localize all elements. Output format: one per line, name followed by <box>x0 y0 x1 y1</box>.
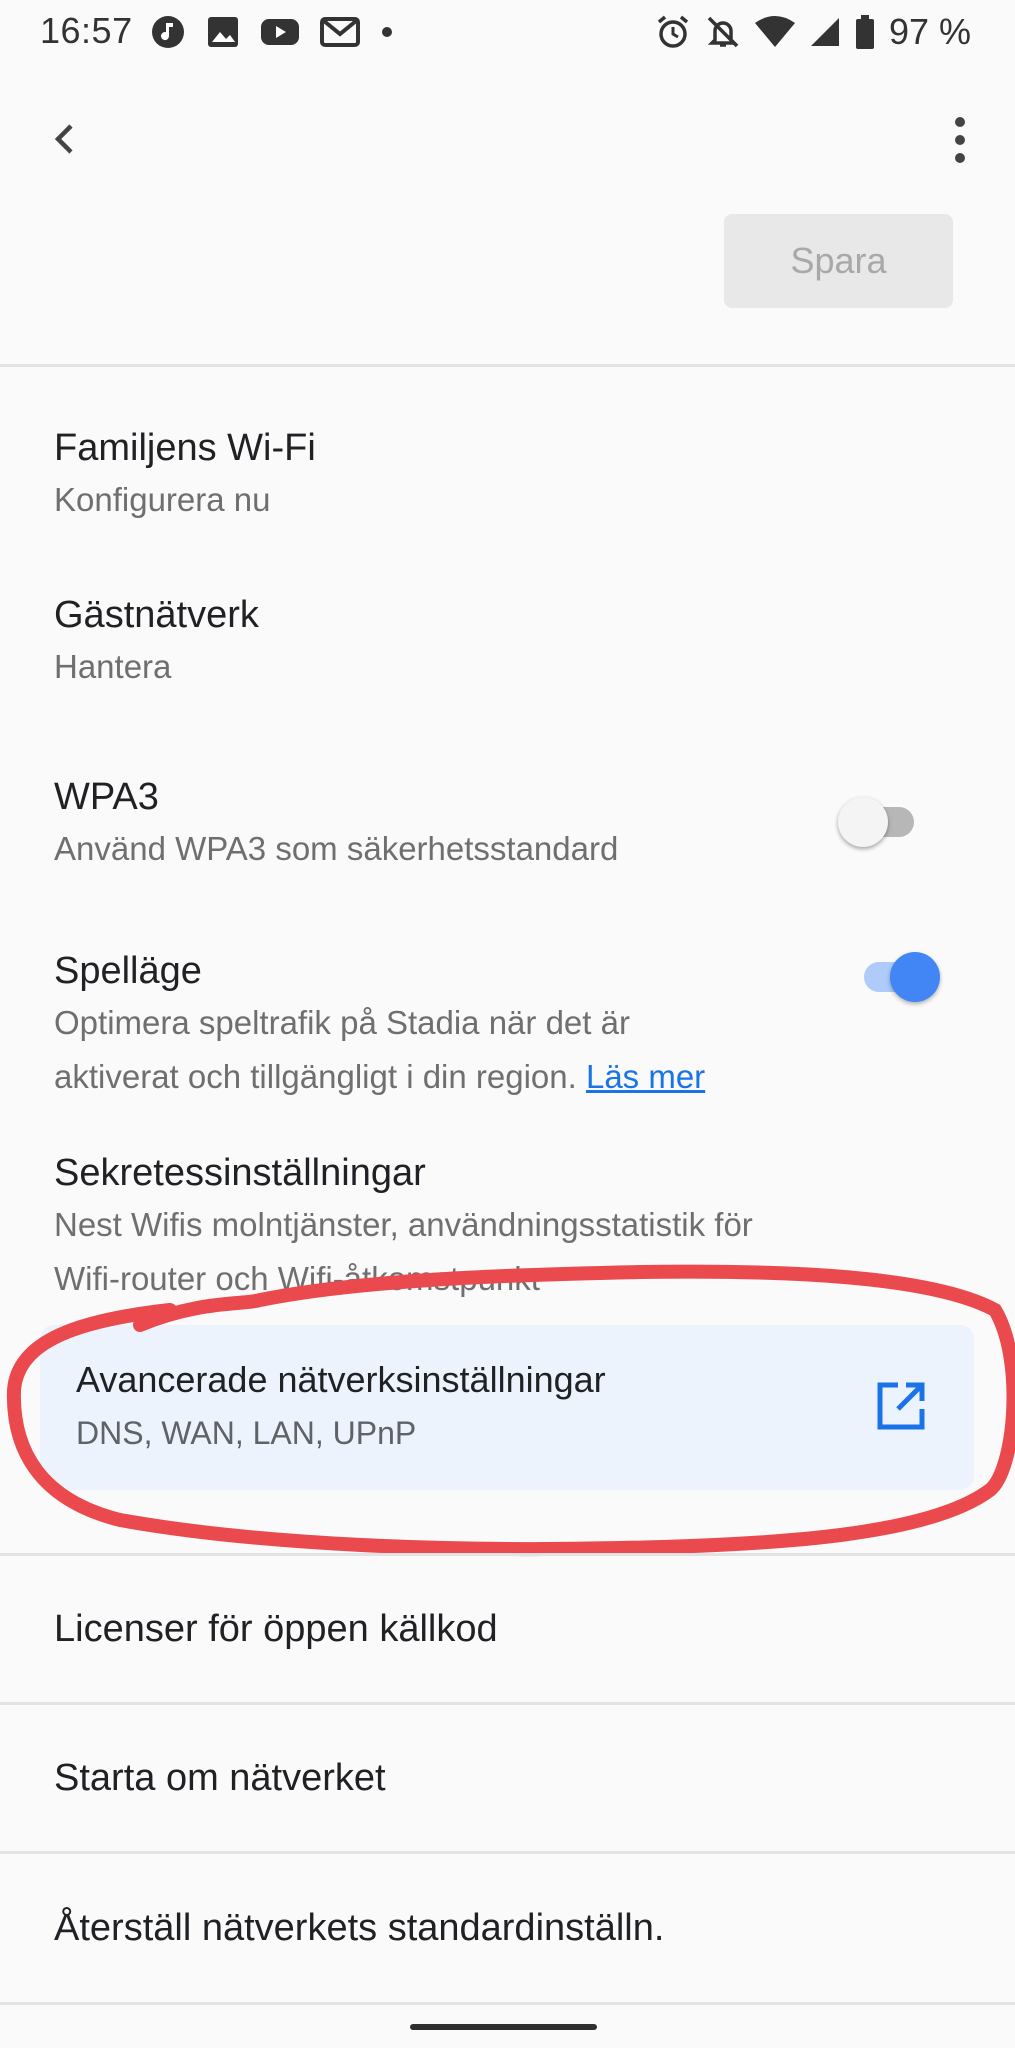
game-mode-item[interactable]: Spelläge Optimera speltrafik på Stadia n… <box>54 946 855 1104</box>
game-mode-toggle[interactable] <box>858 946 940 1006</box>
gesture-navigation-handle[interactable] <box>410 2024 597 2030</box>
advanced-network-settings-card[interactable]: Avancerade nätverksinställningar DNS, WA… <box>40 1325 974 1490</box>
game-mode-subtitle-line1: Optimera speltrafik på Stadia när det är <box>54 1004 630 1041</box>
image-icon <box>206 15 240 49</box>
family-wifi-title: Familjens Wi-Fi <box>54 427 316 469</box>
reset-network-item[interactable]: Återställ nätverkets standardinställn. <box>54 1907 664 1950</box>
divider <box>0 1553 1015 1556</box>
restart-network-item[interactable]: Starta om nätverket <box>54 1757 386 1800</box>
game-mode-description: aktiverat och tillgängligt i din region. <box>54 1058 577 1095</box>
family-wifi-item[interactable]: Familjens Wi-Fi Konfigurera nu <box>54 423 961 527</box>
alarm-icon <box>655 14 691 50</box>
wpa3-toggle[interactable] <box>838 791 920 851</box>
wpa3-title: WPA3 <box>54 776 159 818</box>
notification-icons <box>150 14 394 50</box>
privacy-title: Sekretessinställningar <box>54 1152 426 1194</box>
signal-icon <box>809 16 841 48</box>
toggle-thumb <box>838 797 888 847</box>
family-wifi-subtitle: Konfigurera nu <box>54 481 271 518</box>
youtube-icon <box>260 17 300 47</box>
game-mode-title: Spelläge <box>54 950 202 992</box>
app-bar: Spara <box>0 66 1015 366</box>
game-mode-subtitle-line2: aktiverat och tillgängligt i din region.… <box>54 1050 855 1104</box>
wpa3-subtitle: Använd WPA3 som säkerhetsstandard <box>54 830 619 867</box>
status-bar: 16:57 97 % <box>0 0 1015 66</box>
back-arrow-icon <box>54 124 73 154</box>
privacy-settings-item[interactable]: Sekretessinställningar Nest Wifis molntj… <box>54 1148 961 1306</box>
divider <box>0 1851 1015 1854</box>
learn-more-link[interactable]: Läs mer <box>586 1058 705 1095</box>
guest-network-title: Gästnätverk <box>54 594 259 636</box>
wifi-icon <box>754 15 795 49</box>
open-in-new-icon <box>874 1379 928 1433</box>
battery-icon <box>855 15 875 49</box>
toggle-thumb <box>890 952 940 1002</box>
privacy-subtitle-line2: Wifi-router och Wifi-åtkomstpunkt <box>54 1260 540 1297</box>
music-note-icon <box>150 14 186 50</box>
open-source-licenses-item[interactable]: Licenser för öppen källkod <box>54 1608 498 1651</box>
more-vert-icon <box>955 117 965 163</box>
wpa3-item[interactable]: WPA3 Använd WPA3 som säkerhetsstandard <box>54 772 855 876</box>
guest-network-subtitle: Hantera <box>54 648 172 685</box>
status-time: 16:57 <box>40 10 133 51</box>
privacy-subtitle-line1: Nest Wifis molntjänster, användningsstat… <box>54 1206 753 1243</box>
notifications-off-icon <box>705 14 741 50</box>
advanced-settings-title: Avancerade nätverksinställningar <box>76 1359 606 1400</box>
battery-percentage: 97 % <box>888 11 971 52</box>
guest-network-item[interactable]: Gästnätverk Hantera <box>54 590 961 694</box>
divider <box>0 2002 1015 2005</box>
save-button[interactable]: Spara <box>724 214 953 308</box>
divider <box>0 364 1015 367</box>
divider <box>0 1702 1015 1705</box>
gmail-icon <box>320 16 360 48</box>
back-button[interactable] <box>40 114 90 164</box>
advanced-settings-subtitle: DNS, WAN, LAN, UPnP <box>76 1415 417 1451</box>
more-options-button[interactable] <box>935 110 985 170</box>
dot-icon <box>380 25 394 39</box>
system-icons: 97 % <box>655 10 971 54</box>
